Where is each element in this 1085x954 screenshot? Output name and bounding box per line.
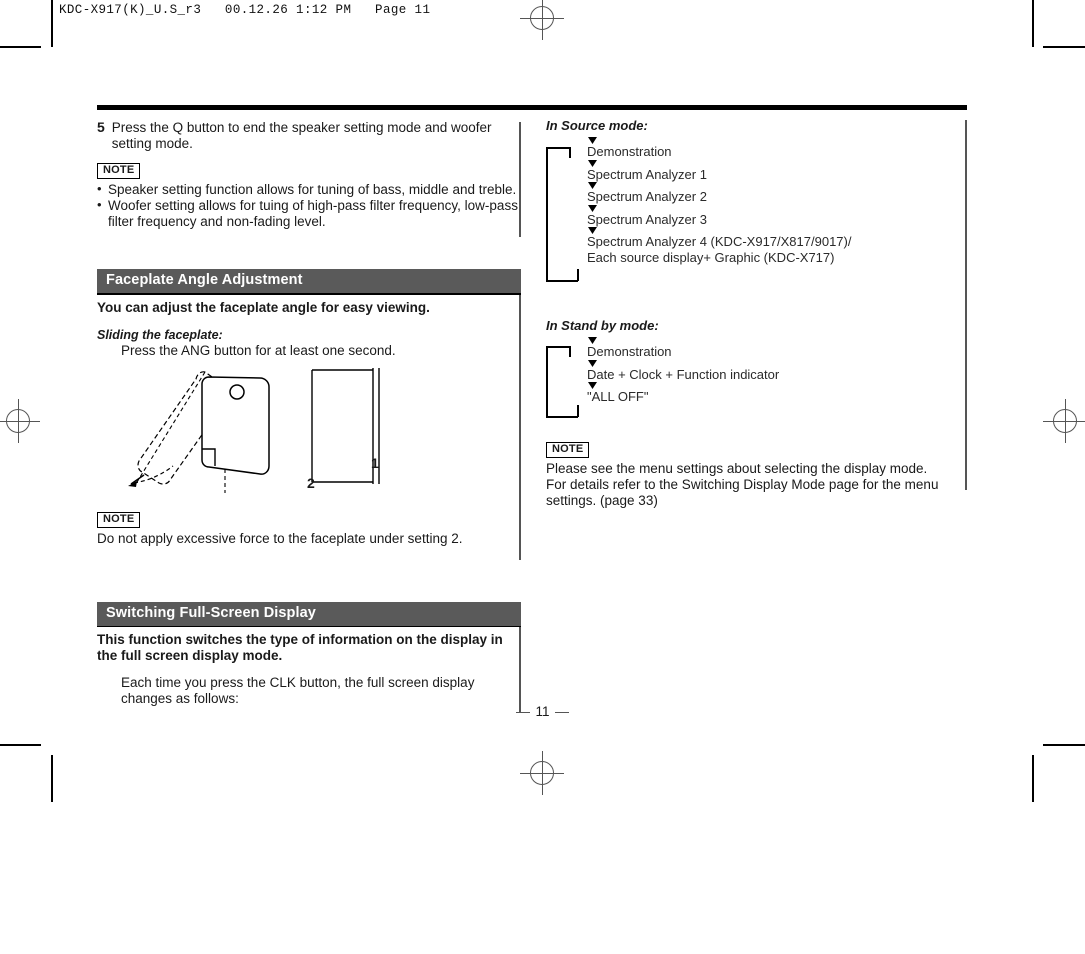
registration-mark-left bbox=[0, 399, 40, 443]
flow-arrow-icon bbox=[588, 137, 597, 144]
flow-arrow-icon bbox=[588, 182, 597, 189]
flow-item: Date + Clock + Function indicator bbox=[587, 366, 780, 382]
note-bullet-item: Speaker setting function allows for tuni… bbox=[97, 181, 521, 198]
figure-label-1: 1 bbox=[371, 454, 379, 471]
registration-mark-right bbox=[1043, 399, 1085, 443]
section-lead-text: You can adjust the faceplate angle for e… bbox=[97, 299, 430, 315]
flow-item: Demonstration bbox=[587, 344, 672, 359]
note-tag: NOTE bbox=[97, 163, 141, 179]
flow-diagram-source: Demonstration Spectrum Analyzer 1 Spectr… bbox=[546, 137, 966, 285]
note-tag: NOTE bbox=[546, 442, 590, 458]
flow-source-mode: In Source mode: Demonstration Spectrum A… bbox=[546, 118, 966, 285]
page-top-rule bbox=[97, 105, 967, 110]
page-dash-left bbox=[516, 711, 531, 714]
left-column: 5 Press the Q button to end the speaker … bbox=[97, 119, 521, 708]
flow-standby-mode: In Stand by mode: Demonstration Date + C… bbox=[546, 318, 966, 421]
flow-arrow-icon bbox=[588, 337, 597, 344]
note-tag: NOTE bbox=[97, 511, 141, 528]
crop-mark-bottom-left-vertical bbox=[51, 755, 53, 802]
flow-item: "ALL OFF" bbox=[587, 389, 649, 404]
flow-title-standby-mode: In Stand by mode: bbox=[546, 318, 659, 333]
section-heading-faceplate: Faceplate Angle Adjustment bbox=[97, 269, 521, 293]
flow-title-source-mode: In Source mode: bbox=[546, 118, 648, 133]
flow-item: Spectrum Analyzer 3 bbox=[587, 211, 707, 227]
note-body: Do not apply excessive force to the face… bbox=[97, 530, 463, 546]
crop-mark-top-right-horizontal bbox=[1043, 46, 1085, 48]
page-dash-right bbox=[554, 711, 569, 714]
flow-item: Each source display+ Graphic (KDC-X717) bbox=[587, 249, 835, 265]
crop-mark-bottom-right-vertical bbox=[1032, 755, 1034, 802]
page-number: 11 bbox=[535, 704, 550, 719]
subheading-sliding-faceplate: Sliding the faceplate: bbox=[97, 327, 223, 342]
flow-item: Spectrum Analyzer 2 bbox=[587, 189, 707, 204]
flow-item: Spectrum Analyzer 4 (KDC-X917/X817/9017)… bbox=[587, 234, 852, 249]
figure-label-2: 2 bbox=[307, 474, 315, 491]
step-text: Press the Q button to end the speaker se… bbox=[111, 120, 492, 151]
registration-mark-top bbox=[520, 0, 564, 40]
flow-item: Demonstration bbox=[587, 144, 672, 159]
page-footer: 11 bbox=[0, 704, 1085, 719]
registration-mark-bottom bbox=[520, 751, 564, 795]
section-switching-full-screen: Switching Full-Screen Display This funct… bbox=[97, 601, 521, 708]
note-block-display-mode: NOTE Please see the menu settings about … bbox=[546, 439, 966, 509]
section-heading-underline bbox=[97, 625, 521, 627]
flow-arrow-icon bbox=[588, 359, 597, 367]
section-faceplate-angle: Faceplate Angle Adjustment You can adjus… bbox=[97, 269, 521, 547]
note-block-speaker: NOTE Speaker setting function allows for… bbox=[97, 160, 521, 230]
step-number: 5 bbox=[97, 119, 105, 135]
crop-mark-bottom-left-horizontal bbox=[0, 744, 41, 746]
faceplate-angle-figure: 1 2 bbox=[97, 365, 521, 495]
step-5: 5 Press the Q button to end the speaker … bbox=[97, 119, 521, 151]
note-block-faceplate-force: NOTE Do not apply excessive force to the… bbox=[97, 509, 521, 547]
print-job-header: KDC-X917(K)_U.S_r3 00.12.26 1:12 PM Page… bbox=[59, 3, 431, 17]
flow-arrow-icon bbox=[588, 382, 597, 389]
instruction-press-clk: Each time you press the CLK button, the … bbox=[121, 675, 475, 706]
crop-mark-bottom-right-horizontal bbox=[1043, 744, 1085, 746]
faceplate-knob-detail bbox=[229, 383, 245, 400]
section-heading-switching-display: Switching Full-Screen Display bbox=[97, 601, 521, 626]
crop-mark-top-left-horizontal bbox=[0, 46, 41, 48]
flow-item: Spectrum Analyzer 1 bbox=[587, 166, 707, 182]
crop-mark-top-right-vertical bbox=[1032, 0, 1034, 47]
flow-diagram-standby: Demonstration Date + Clock + Function in… bbox=[546, 337, 966, 421]
flow-arrow-icon bbox=[588, 227, 597, 234]
flow-arrow-icon bbox=[588, 204, 597, 212]
right-column: In Source mode: Demonstration Spectrum A… bbox=[546, 118, 966, 509]
section-lead-text: This function switches the type of infor… bbox=[97, 632, 503, 663]
section-heading-underline bbox=[97, 293, 521, 295]
flow-arrow-icon bbox=[588, 159, 597, 167]
note-bullet-item: Woofer setting allows for tuing of high-… bbox=[97, 197, 521, 230]
note-bullet-list: Speaker setting function allows for tuni… bbox=[97, 181, 521, 230]
instruction-press-ang: Press the ANG button for at least one se… bbox=[121, 342, 396, 358]
note-body: Speaker setting function allows for tuni… bbox=[97, 181, 521, 230]
crop-mark-top-left-vertical bbox=[51, 0, 53, 47]
note-body: Please see the menu settings about selec… bbox=[546, 461, 939, 508]
